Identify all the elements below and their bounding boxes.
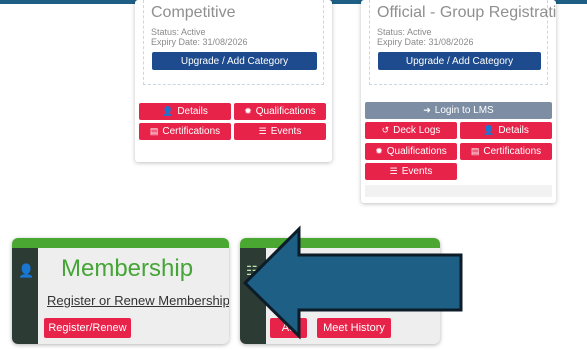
login-icon: ➜: [423, 105, 431, 115]
card-title: Official - Group Registration: [377, 4, 556, 21]
events-button[interactable]: ☰ Events: [234, 123, 326, 140]
deck-logs-button[interactable]: ↺ Deck Logs: [365, 122, 457, 139]
card-status: Status: Active: [377, 27, 432, 37]
upgrade-add-category-button[interactable]: Upgrade / Add Category: [378, 52, 541, 70]
certificate-icon: ▤: [149, 126, 159, 136]
history-icon: ↺: [381, 125, 390, 135]
tile-sidebar: ☷: [240, 248, 266, 344]
qualifications-button[interactable]: ✹ Qualifications: [365, 143, 457, 160]
login-lms-label: Login to LMS: [434, 105, 494, 116]
badge-icon: ✹: [244, 106, 252, 116]
card-expiry: Expiry Date: 31/08/2026: [377, 37, 474, 47]
events-label: Events: [270, 126, 302, 137]
certifications-button[interactable]: ▤ Certifications: [460, 143, 552, 160]
register-renew-button[interactable]: Register/Renew: [44, 318, 131, 338]
certificate-icon: ▤: [470, 146, 480, 156]
membership-tile: 👤 Membership Register or Renew Membershi…: [12, 238, 229, 344]
tile-accent-bar: [12, 238, 229, 248]
meet-history-button[interactable]: Meet History: [317, 318, 391, 338]
list-icon: ☰: [389, 166, 398, 176]
card-status: Status: Active: [151, 27, 206, 37]
certifications-label: Certifications: [483, 146, 542, 157]
register-renew-link[interactable]: Register or Renew Membership: [47, 293, 229, 308]
details-button[interactable]: 👤 Details: [460, 122, 552, 139]
list-icon: ☷: [246, 263, 258, 278]
user-edit-icon: 👤: [18, 263, 35, 278]
badge-icon: ✹: [375, 146, 383, 156]
qualifications-label: Qualifications: [255, 106, 316, 117]
user-icon: 👤: [162, 106, 174, 116]
qualifications-button[interactable]: ✹ Qualifications: [234, 103, 326, 120]
card-footer: [365, 185, 552, 197]
details-label: Details: [498, 125, 529, 136]
certifications-button[interactable]: ▤ Certifications: [139, 123, 231, 140]
events-button[interactable]: ☰ Events: [365, 163, 457, 180]
list-icon: ☰: [258, 126, 267, 136]
certifications-label: Certifications: [162, 126, 221, 137]
membership-card-official: Official - Group Registration Status: Ac…: [361, 0, 556, 203]
details-label: Details: [177, 106, 208, 117]
card-expiry: Expiry Date: 31/08/2026: [151, 37, 248, 47]
user-icon: 👤: [483, 125, 495, 135]
events-label: Events: [401, 166, 433, 177]
card-header: Official - Group Registration Status: Ac…: [369, 0, 556, 85]
deck-logs-label: Deck Logs: [393, 125, 441, 136]
details-button[interactable]: 👤 Details: [139, 103, 231, 120]
card-header: Competitive Status: Active Expiry Date: …: [143, 0, 324, 85]
tile-sidebar: 👤: [12, 248, 38, 344]
qualifications-label: Qualifications: [386, 146, 447, 157]
upgrade-add-category-button[interactable]: Upgrade / Add Category: [152, 52, 317, 70]
add-meet-button[interactable]: Ad: [270, 318, 307, 338]
membership-card-competitive: Competitive Status: Active Expiry Date: …: [135, 0, 332, 162]
membership-title: Membership: [61, 255, 194, 282]
login-lms-button[interactable]: ➜ Login to LMS: [365, 102, 552, 119]
tile-accent-bar: [240, 238, 440, 248]
card-title: Competitive: [151, 4, 236, 21]
meets-tile: ☷ Ad Meet History: [240, 238, 440, 344]
